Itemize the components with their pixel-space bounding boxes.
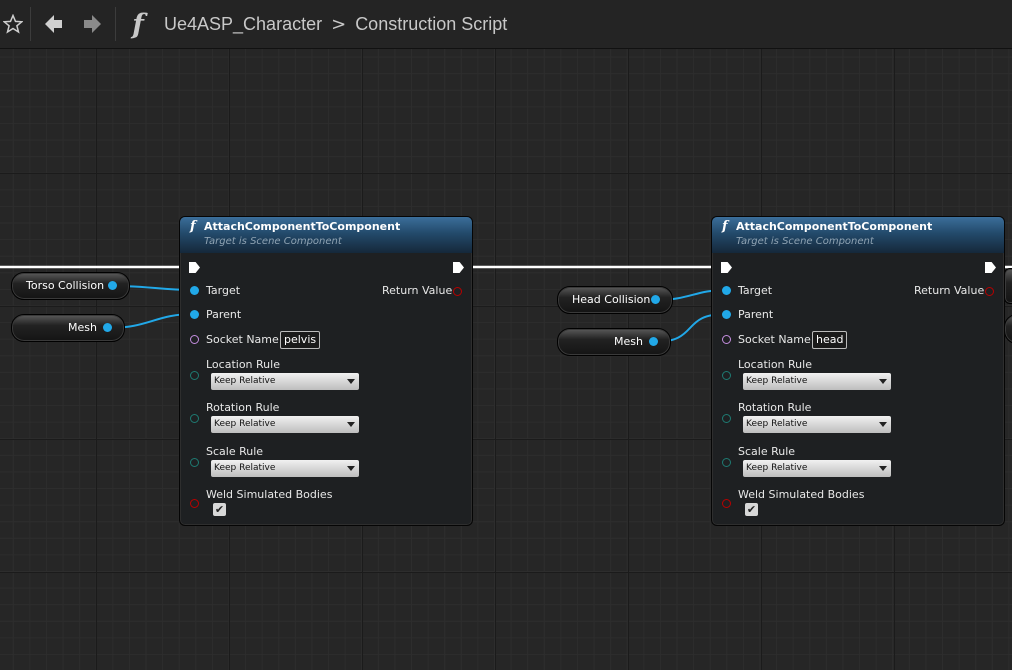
rotation-rule-pin[interactable] <box>190 414 199 423</box>
parent-pin[interactable] <box>190 310 199 319</box>
dropdown-value: Keep Relative <box>214 376 276 386</box>
scale-rule-pin[interactable] <box>190 458 199 467</box>
parent-label: Parent <box>206 308 242 321</box>
dropdown-value: Keep Relative <box>746 419 808 429</box>
return-value-pin[interactable] <box>453 287 462 296</box>
socket-name-pin[interactable] <box>722 335 731 344</box>
dropdown-value: Keep Relative <box>746 463 808 473</box>
breadcrumb: Ue4ASP_Character > Construction Script <box>164 14 507 35</box>
weld-checkbox[interactable]: ✔ <box>745 503 758 516</box>
dropdown-arrow-icon <box>879 466 887 471</box>
attach-component-node[interactable]: f AttachComponentToComponent Target is S… <box>711 216 1005 526</box>
dropdown-value: Keep Relative <box>214 419 276 429</box>
scale-rule-pin[interactable] <box>722 458 731 467</box>
rotation-rule-dropdown[interactable]: Keep Relative <box>743 416 891 433</box>
return-value-pin[interactable] <box>985 287 994 296</box>
location-rule-dropdown[interactable]: Keep Relative <box>743 373 891 390</box>
forward-arrow-icon[interactable] <box>73 0 111 48</box>
node-title: AttachComponentToComponent <box>736 220 933 233</box>
dropdown-value: Keep Relative <box>746 376 808 386</box>
partial-node[interactable] <box>1004 314 1012 344</box>
dropdown-arrow-icon <box>879 379 887 384</box>
function-icon: f <box>190 219 196 234</box>
toolbar-divider <box>30 7 31 41</box>
target-pin[interactable] <box>722 286 731 295</box>
socket-name-label: Socket Name <box>206 333 279 346</box>
scale-rule-dropdown[interactable]: Keep Relative <box>211 460 359 477</box>
dropdown-arrow-icon <box>879 422 887 427</box>
graph-toolbar: f Ue4ASP_Character > Construction Script <box>0 0 1012 49</box>
node-header[interactable]: f AttachComponentToComponent Target is S… <box>180 217 472 253</box>
parent-label: Parent <box>738 308 774 321</box>
variable-label: Mesh <box>614 335 643 348</box>
variable-mesh[interactable]: Mesh <box>557 328 671 356</box>
exec-in-pin[interactable] <box>721 262 732 273</box>
parent-pin[interactable] <box>722 310 731 319</box>
socket-name-pin[interactable] <box>190 335 199 344</box>
attach-component-node[interactable]: f AttachComponentToComponent Target is S… <box>179 216 473 526</box>
target-label: Target <box>206 284 241 297</box>
rotation-rule-label: Rotation Rule <box>738 401 812 414</box>
location-rule-label: Location Rule <box>206 358 280 371</box>
output-pin[interactable] <box>108 281 117 290</box>
node-subtitle: Target is Scene Component <box>204 236 342 247</box>
target-pin[interactable] <box>190 286 199 295</box>
weld-simulated-bodies-pin[interactable] <box>190 499 199 508</box>
breadcrumb-blueprint[interactable]: Ue4ASP_Character <box>164 14 322 35</box>
location-rule-dropdown[interactable]: Keep Relative <box>211 373 359 390</box>
function-icon: f <box>722 219 728 234</box>
rotation-rule-dropdown[interactable]: Keep Relative <box>211 416 359 433</box>
rotation-rule-label: Rotation Rule <box>206 401 280 414</box>
output-pin[interactable] <box>649 337 658 346</box>
weld-simulated-bodies-label: Weld Simulated Bodies <box>738 488 865 501</box>
node-header[interactable]: f AttachComponentToComponent Target is S… <box>712 217 1004 253</box>
socket-name-label: Socket Name <box>738 333 811 346</box>
output-pin[interactable] <box>651 295 660 304</box>
variable-label: Torso Collision <box>26 279 105 292</box>
breadcrumb-graph[interactable]: Construction Script <box>355 14 507 35</box>
scale-rule-label: Scale Rule <box>738 445 796 458</box>
breadcrumb-separator: > <box>331 13 347 35</box>
scale-rule-dropdown[interactable]: Keep Relative <box>743 460 891 477</box>
scale-rule-label: Scale Rule <box>206 445 264 458</box>
location-rule-label: Location Rule <box>738 358 812 371</box>
weld-simulated-bodies-pin[interactable] <box>722 499 731 508</box>
function-icon: f <box>132 8 144 40</box>
weld-checkbox[interactable]: ✔ <box>213 503 226 516</box>
dropdown-arrow-icon <box>347 379 355 384</box>
return-value-label: Return Value <box>914 284 985 297</box>
exec-out-pin[interactable] <box>985 262 996 273</box>
rotation-rule-pin[interactable] <box>722 414 731 423</box>
return-value-label: Return Value <box>382 284 453 297</box>
variable-head-collision[interactable]: Head Collision <box>557 286 673 314</box>
variable-label: Head Collision <box>572 293 651 306</box>
target-label: Target <box>738 284 773 297</box>
variable-torso-collision[interactable]: Torso Collision <box>11 272 130 300</box>
dropdown-value: Keep Relative <box>214 463 276 473</box>
node-subtitle: Target is Scene Component <box>736 236 874 247</box>
star-icon[interactable] <box>0 0 26 48</box>
socket-name-input[interactable]: head <box>812 331 848 349</box>
back-arrow-icon[interactable] <box>35 0 73 48</box>
exec-in-pin[interactable] <box>189 262 200 273</box>
weld-simulated-bodies-label: Weld Simulated Bodies <box>206 488 333 501</box>
variable-mesh[interactable]: Mesh <box>11 314 125 342</box>
socket-name-input[interactable]: pelvis <box>280 331 321 349</box>
output-pin[interactable] <box>103 323 112 332</box>
toolbar-divider <box>115 7 116 41</box>
partial-node[interactable] <box>1004 268 1012 304</box>
node-title: AttachComponentToComponent <box>204 220 401 233</box>
location-rule-pin[interactable] <box>190 371 199 380</box>
dropdown-arrow-icon <box>347 422 355 427</box>
location-rule-pin[interactable] <box>722 371 731 380</box>
exec-out-pin[interactable] <box>453 262 464 273</box>
dropdown-arrow-icon <box>347 466 355 471</box>
variable-label: Mesh <box>68 321 97 334</box>
